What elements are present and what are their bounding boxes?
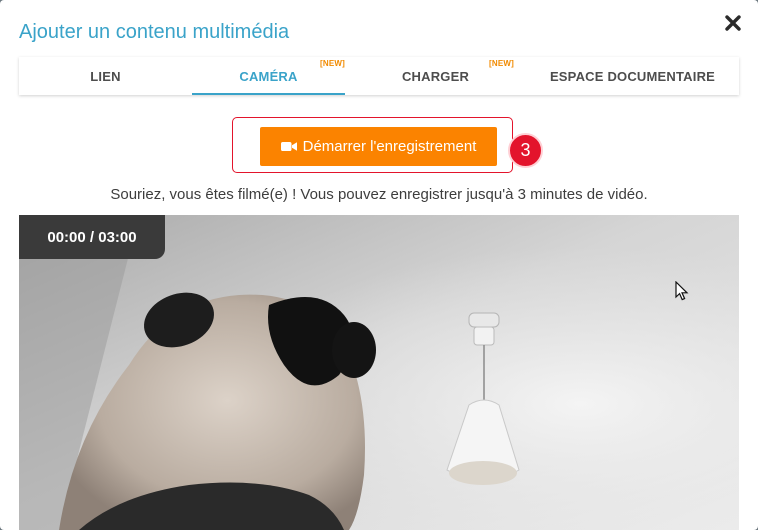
add-media-dialog: Ajouter un contenu multimédia LIEN CAMÉR… xyxy=(0,0,758,530)
start-recording-label: Démarrer l'enregistrement xyxy=(302,138,477,155)
tab-lien[interactable]: LIEN xyxy=(19,57,192,95)
tab-espace-documentaire[interactable]: ESPACE DOCUMENTAIRE xyxy=(526,57,739,95)
tab-charger[interactable]: CHARGER [NEW] xyxy=(345,57,526,95)
new-badge: [NEW] xyxy=(320,59,345,68)
close-icon xyxy=(725,15,741,31)
tab-label: ESPACE DOCUMENTAIRE xyxy=(549,68,716,84)
tab-label: CHARGER xyxy=(401,68,470,84)
video-camera-icon xyxy=(280,142,297,151)
tab-camera[interactable]: CAMÉRA [NEW] xyxy=(192,57,345,95)
start-recording-button[interactable]: Démarrer l'enregistrement xyxy=(260,127,497,166)
recording-timer: 00:00 / 03:00 xyxy=(19,215,165,259)
recording-hint: Souriez, vous êtes filmé(e) ! Vous pouve… xyxy=(110,186,648,203)
dialog-title: Ajouter un contenu multimédia xyxy=(19,21,290,43)
camera-feed-image xyxy=(19,215,739,530)
step-number-badge: 3 xyxy=(508,133,543,168)
media-tabs: LIEN CAMÉRA [NEW] CHARGER [NEW] ESPACE D… xyxy=(19,57,739,95)
tab-label: CAMÉRA xyxy=(239,68,298,84)
close-button[interactable] xyxy=(720,10,746,36)
tab-label: LIEN xyxy=(90,68,121,84)
new-badge: [NEW] xyxy=(489,59,514,68)
mouse-pointer-icon xyxy=(675,281,689,301)
camera-preview: 00:00 / 03:00 xyxy=(19,215,739,530)
